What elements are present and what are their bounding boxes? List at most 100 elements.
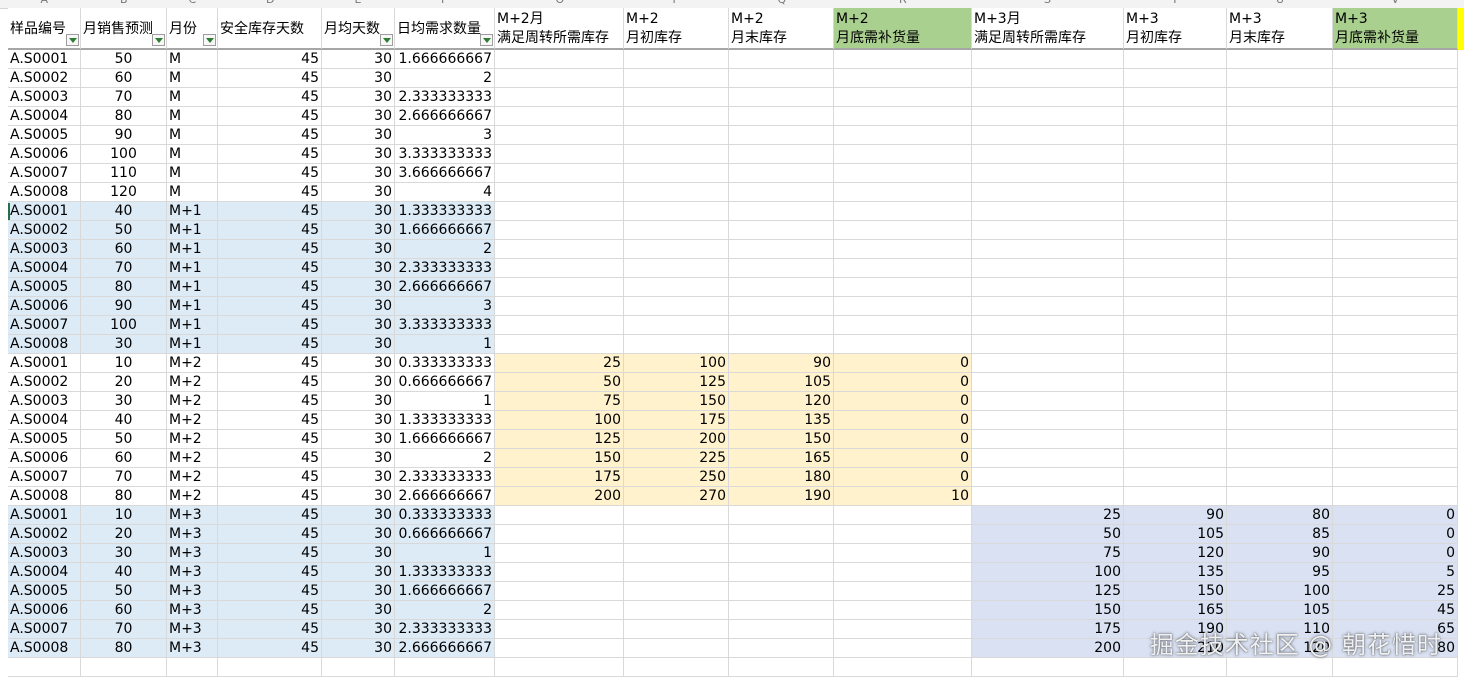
table-cell[interactable]: 45 (218, 145, 322, 164)
table-cell[interactable]: 45 (218, 639, 322, 658)
table-cell[interactable]: M+1 (167, 316, 218, 335)
table-cell[interactable]: 75 (495, 392, 624, 411)
table-cell[interactable] (495, 50, 624, 69)
table-cell[interactable]: 70 (81, 468, 167, 487)
table-cell[interactable] (495, 145, 624, 164)
table-cell[interactable] (495, 202, 624, 221)
table-cell[interactable]: 1 (395, 544, 495, 563)
table-cell[interactable]: 45 (218, 449, 322, 468)
table-cell[interactable] (1124, 259, 1227, 278)
table-cell[interactable] (1124, 468, 1227, 487)
table-cell[interactable]: 0.333333333 (395, 354, 495, 373)
table-cell[interactable]: 45 (218, 563, 322, 582)
table-cell[interactable] (624, 126, 729, 145)
table-cell[interactable]: 45 (218, 620, 322, 639)
table-cell[interactable] (972, 373, 1124, 392)
table-cell[interactable]: A.S0004 (8, 563, 81, 582)
table-cell[interactable] (1333, 392, 1458, 411)
table-cell[interactable]: 75 (972, 544, 1124, 563)
table-cell[interactable] (972, 430, 1124, 449)
table-cell[interactable]: A.S0006 (8, 297, 81, 316)
table-cell[interactable] (495, 259, 624, 278)
table-cell[interactable]: M+2 (167, 430, 218, 449)
table-cell[interactable] (624, 259, 729, 278)
table-cell[interactable]: 30 (322, 297, 395, 316)
table-cell[interactable]: 30 (322, 145, 395, 164)
table-cell[interactable]: 70 (81, 88, 167, 107)
table-cell[interactable] (624, 525, 729, 544)
table-cell[interactable] (972, 335, 1124, 354)
table-cell[interactable] (1227, 164, 1333, 183)
table-cell[interactable]: M+3 (167, 582, 218, 601)
table-cell[interactable] (1333, 202, 1458, 221)
column-header-two-line[interactable]: M+3 月底需补货量 (1333, 8, 1458, 50)
table-cell[interactable] (729, 107, 834, 126)
table-cell[interactable] (1124, 449, 1227, 468)
table-cell[interactable]: A.S0008 (8, 183, 81, 202)
table-cell[interactable] (1227, 468, 1333, 487)
table-cell[interactable] (624, 145, 729, 164)
table-cell[interactable]: 2.333333333 (395, 620, 495, 639)
table-cell[interactable]: M (167, 145, 218, 164)
table-cell[interactable]: A.S0006 (8, 449, 81, 468)
table-cell[interactable]: M (167, 50, 218, 69)
filter-dropdown-icon[interactable] (203, 34, 216, 46)
table-cell[interactable]: M+1 (167, 335, 218, 354)
table-cell[interactable] (729, 658, 834, 677)
table-cell[interactable]: A.S0006 (8, 601, 81, 620)
table-cell[interactable]: 100 (624, 354, 729, 373)
table-cell[interactable] (1333, 183, 1458, 202)
table-cell[interactable]: 45 (218, 468, 322, 487)
table-cell[interactable]: 30 (81, 392, 167, 411)
table-cell[interactable]: 90 (1124, 506, 1227, 525)
table-cell[interactable]: 50 (81, 50, 167, 69)
table-cell[interactable]: 50 (972, 525, 1124, 544)
table-cell[interactable] (834, 145, 972, 164)
table-cell[interactable]: 30 (322, 202, 395, 221)
filter-dropdown-icon[interactable] (152, 34, 165, 46)
table-cell[interactable]: A.S0001 (8, 50, 81, 69)
table-cell[interactable]: 2.666666667 (395, 107, 495, 126)
table-cell[interactable]: 45 (218, 392, 322, 411)
table-cell[interactable]: 5 (1333, 563, 1458, 582)
table-cell[interactable] (218, 658, 322, 677)
table-cell[interactable] (1227, 221, 1333, 240)
table-cell[interactable]: 45 (218, 240, 322, 259)
table-cell[interactable]: M+2 (167, 468, 218, 487)
table-cell[interactable]: 45 (218, 164, 322, 183)
table-cell[interactable] (1124, 240, 1227, 259)
table-cell[interactable]: 190 (729, 487, 834, 506)
table-cell[interactable] (624, 639, 729, 658)
table-cell[interactable]: 30 (322, 639, 395, 658)
table-cell[interactable] (972, 183, 1124, 202)
table-cell[interactable]: M+1 (167, 297, 218, 316)
table-cell[interactable]: 180 (729, 468, 834, 487)
column-header[interactable]: 月销售预测 (81, 8, 167, 50)
table-cell[interactable] (495, 316, 624, 335)
table-cell[interactable]: A.S0003 (8, 88, 81, 107)
table-cell[interactable]: 40 (81, 563, 167, 582)
table-cell[interactable]: M+1 (167, 240, 218, 259)
table-cell[interactable]: 1 (395, 392, 495, 411)
table-cell[interactable]: A.S0004 (8, 107, 81, 126)
table-cell[interactable] (624, 278, 729, 297)
table-cell[interactable]: 50 (81, 582, 167, 601)
table-cell[interactable] (729, 601, 834, 620)
table-cell[interactable] (495, 658, 624, 677)
table-cell[interactable]: A.S0001 (8, 354, 81, 373)
table-cell[interactable]: 30 (322, 221, 395, 240)
table-cell[interactable] (495, 164, 624, 183)
table-cell[interactable] (1227, 335, 1333, 354)
table-cell[interactable]: 270 (624, 487, 729, 506)
table-cell[interactable] (972, 297, 1124, 316)
table-cell[interactable] (1124, 278, 1227, 297)
table-cell[interactable]: 30 (322, 164, 395, 183)
table-cell[interactable]: 0.666666667 (395, 373, 495, 392)
table-cell[interactable] (729, 506, 834, 525)
table-cell[interactable] (1124, 145, 1227, 164)
table-cell[interactable] (1227, 658, 1333, 677)
table-cell[interactable]: 150 (495, 449, 624, 468)
column-letter[interactable]: D (266, 0, 274, 6)
table-cell[interactable] (1124, 126, 1227, 145)
table-cell[interactable]: A.S0003 (8, 392, 81, 411)
